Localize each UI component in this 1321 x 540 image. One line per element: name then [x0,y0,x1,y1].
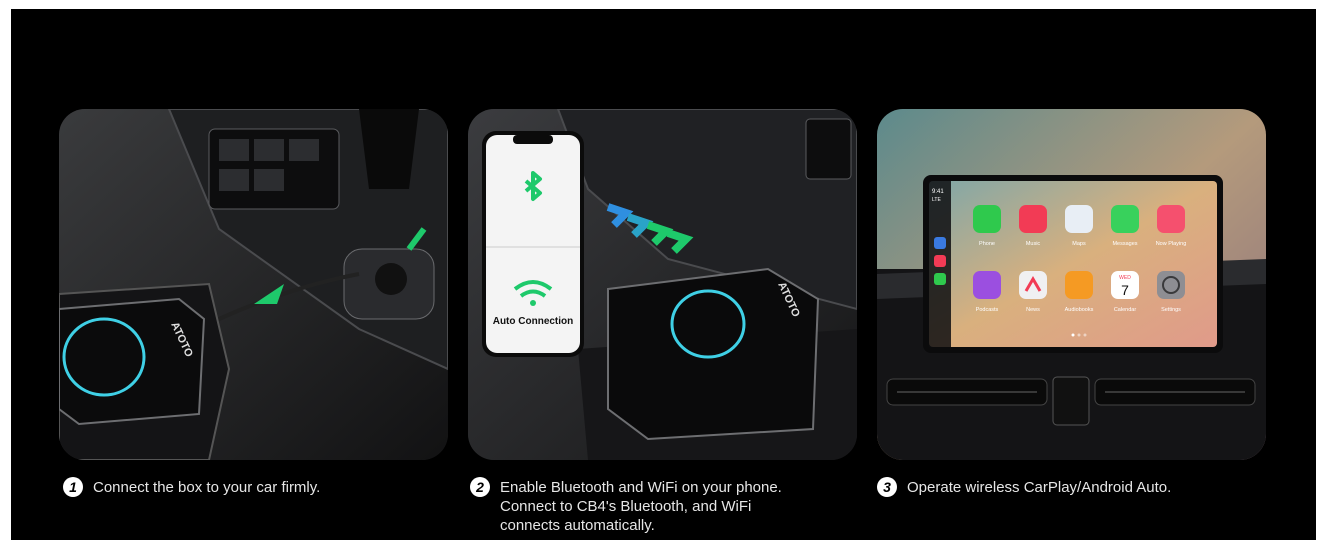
step-2: 2 Enable Bluetooth and WiFi on your phon… [470,477,830,535]
step-description: Operate wireless CarPlay/Android Auto. [907,479,1172,496]
step-number-badge: 3 [877,477,897,497]
phone-pairing-illustration: ATOTO Auto Connection [468,109,857,460]
step-number-badge: 2 [470,477,490,497]
step3-image: 9:41 LTE Phone Music Maps Messages Now P… [877,109,1266,460]
car-console-illustration: ATOTO [59,109,448,460]
atoto-box [59,297,206,426]
maps-app-icon[interactable] [1065,205,1093,233]
app-label: Podcasts [976,307,999,313]
signal-label: LTE [932,197,941,203]
settings-app-icon[interactable] [1157,271,1185,299]
app-label: Maps [1072,241,1086,247]
phone-icon[interactable] [934,273,946,285]
music-icon[interactable] [934,255,946,267]
carplay-dashboard-illustration: 9:41 LTE Phone Music Maps Messages Now P… [877,109,1266,460]
phone-app-icon[interactable] [973,205,1001,233]
maps-icon[interactable] [934,237,946,249]
app-label: Calendar [1114,307,1136,313]
audiobooks-app-icon[interactable] [1065,271,1093,299]
calendar-day: WED [1119,275,1131,281]
hazard-controls [1052,376,1090,426]
step2-image: ATOTO Auto Connection [468,109,857,460]
step-description: Enable Bluetooth and WiFi on your phone.… [500,479,782,534]
step-number-badge: 1 [63,477,83,497]
step-1: 1 Connect the box to your car firmly. [63,477,321,497]
now-playing-app-icon[interactable] [1157,205,1185,233]
clock: 9:41 [932,189,944,195]
podcasts-app-icon[interactable] [973,271,1001,299]
app-label: Audiobooks [1065,307,1094,313]
app-label: Now Playing [1156,241,1187,247]
messages-app-icon[interactable] [1111,205,1139,233]
app-label: News [1026,307,1040,313]
step-description: Connect the box to your car firmly. [93,479,321,496]
product-steps-banner: ATOTO ATOTO Auto Connection 9:41 LTE Pho… [11,9,1316,540]
news-app-icon[interactable] [1019,271,1047,299]
app-label: Music [1026,241,1041,247]
gear-shifter [359,109,419,189]
step-3: 3 Operate wireless CarPlay/Android Auto. [877,477,1172,497]
music-app-icon[interactable] [1019,205,1047,233]
auto-connection-label: Auto Connection [493,316,574,327]
step1-image: ATOTO [59,109,448,460]
app-label: Settings [1161,307,1181,313]
app-label: Messages [1112,241,1137,247]
calendar-date: 7 [1121,282,1129,298]
app-label: Phone [979,241,995,247]
